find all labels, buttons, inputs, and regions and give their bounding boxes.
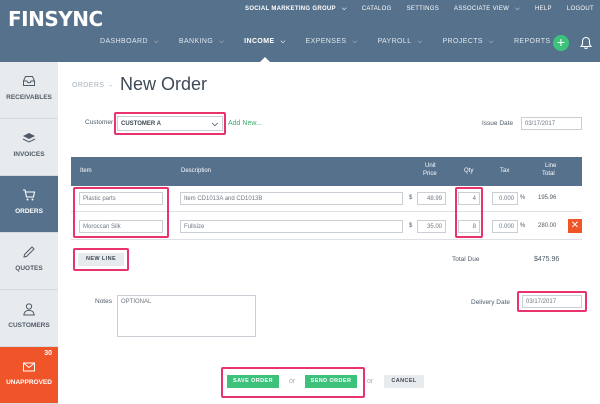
sidebar-item-orders[interactable]: ORDERS [0,176,58,233]
description-field[interactable]: Fullsize [180,220,403,233]
chevron-down-icon: ⌵ [352,39,358,45]
chevron-down-icon: ⌵ [341,6,347,12]
sidebar-item-label: UNAPPROVED [6,379,52,386]
top-nav-associate-view[interactable]: ASSOCIATE VIEW ⌵ [454,6,520,13]
pencil-icon [23,246,35,258]
sidebar-item-label: ORDERS [15,208,43,215]
breadcrumb[interactable]: ORDERS → [72,82,114,89]
logo[interactable]: FINSYNC [8,7,103,31]
unit-price-field[interactable]: 48.99 [417,192,446,205]
highlight-box [221,367,365,398]
top-header: FINSYNC SOCIAL MARKETING GROUP ⌵ CATALOG … [0,0,600,62]
currency-symbol: $ [409,223,413,229]
tax-field[interactable]: 0.000 [492,220,518,233]
row-divider [71,239,582,240]
inbox-icon [23,76,35,86]
unit-price-field[interactable]: 35.00 [417,220,446,233]
column-header-qty: Qty [464,168,474,174]
sidebar-item-invoices[interactable]: INVOICES [0,119,58,176]
count-badge: 30 [44,350,52,357]
highlight-box [517,291,587,312]
nav-expenses[interactable]: EXPENSES ⌵ [306,38,358,46]
issue-date-field[interactable]: 03/17/2017 [521,117,582,130]
highlight-box [73,187,169,238]
cancel-button[interactable]: CANCEL [384,375,424,388]
top-nav-help[interactable]: HELP [535,6,552,13]
highlight-box [455,187,483,238]
top-nav-settings[interactable]: SETTINGS [407,6,439,13]
nav-income[interactable]: INCOME ⌵ [244,38,286,62]
org-switcher[interactable]: SOCIAL MARKETING GROUP ⌵ [245,6,347,13]
main-nav: DASHBOARD ⌵ BANKING ⌵ INCOME ⌵ EXPENSES ⌵ PA… [100,38,581,62]
cart-icon [23,189,36,201]
column-header-total: Total [542,171,555,177]
chevron-down-icon: ⌵ [219,39,225,45]
sidebar-item-label: RECEIVABLES [6,94,52,101]
top-nav-logout[interactable]: LOGOUT [567,6,594,13]
sidebar-item-unapproved[interactable]: 30 UNAPPROVED [0,347,58,404]
chevron-down-icon: ⌵ [515,6,520,12]
or-separator: or [367,378,374,385]
column-header-price: Price [423,171,437,177]
column-header-item: Item [80,168,92,174]
page-title: New Order [120,74,208,94]
table-header: Item Description Unit Price Qty Tax Line… [71,157,582,186]
sidebar-item-quotes[interactable]: QUOTES [0,233,58,290]
total-due-label: Total Due [452,256,480,263]
percent-symbol: % [520,195,526,201]
highlight-box [73,248,129,271]
user-icon [23,303,35,316]
delete-row-button[interactable]: ✕ [568,219,582,233]
chevron-down-icon: ⌵ [153,39,159,45]
column-header-unit: Unit [425,163,436,169]
line-total: 280.00 [538,223,557,229]
delivery-date-label: Delivery Date [471,299,511,306]
nav-payroll[interactable]: PAYROLL ⌵ [377,38,422,46]
add-button[interactable]: + [553,35,569,51]
currency-symbol: $ [409,195,413,201]
description-field[interactable]: Item CD1013A and CD1013B [180,192,403,205]
sidebar-item-label: QUOTES [15,265,43,272]
bell-icon[interactable] [579,36,593,50]
nav-projects[interactable]: PROJECTS ⌵ [442,38,494,46]
nav-banking[interactable]: BANKING ⌵ [179,38,224,46]
add-new-customer-link[interactable]: Add New... [228,120,262,127]
nav-dashboard[interactable]: DASHBOARD ⌵ [100,38,159,46]
mail-icon [23,362,35,372]
issue-date-label: Issue Date [482,120,514,127]
total-due-value: $475.96 [534,256,560,263]
sidebar-item-label: CUSTOMERS [8,322,50,329]
chevron-down-icon: ⌵ [280,39,286,45]
sidebar-item-receivables[interactable]: RECEIVABLES [0,62,58,119]
layers-icon [22,133,36,143]
sidebar-item-label: INVOICES [13,151,45,158]
tax-field[interactable]: 0.000 [492,192,518,205]
column-header-tax: Tax [500,168,510,174]
line-total: 195.96 [538,195,557,201]
sidebar: RECEIVABLES INVOICES ORDERS QUOTES CUSTO… [0,62,58,404]
top-nav: SOCIAL MARKETING GROUP ⌵ CATALOG SETTINGS… [245,6,594,13]
sidebar-item-customers[interactable]: CUSTOMERS [0,290,58,347]
chevron-down-icon: ⌵ [417,39,423,45]
column-header-line: Line [545,163,557,169]
notes-textarea[interactable]: OPTIONAL [117,295,256,337]
percent-symbol: % [520,223,526,229]
highlight-box [114,112,226,135]
notes-label: Notes [95,298,112,305]
column-header-description: Description [181,168,212,174]
top-nav-catalog[interactable]: CATALOG [362,6,392,13]
chevron-down-icon: ⌵ [489,39,494,45]
customer-label: Customer [85,119,114,126]
